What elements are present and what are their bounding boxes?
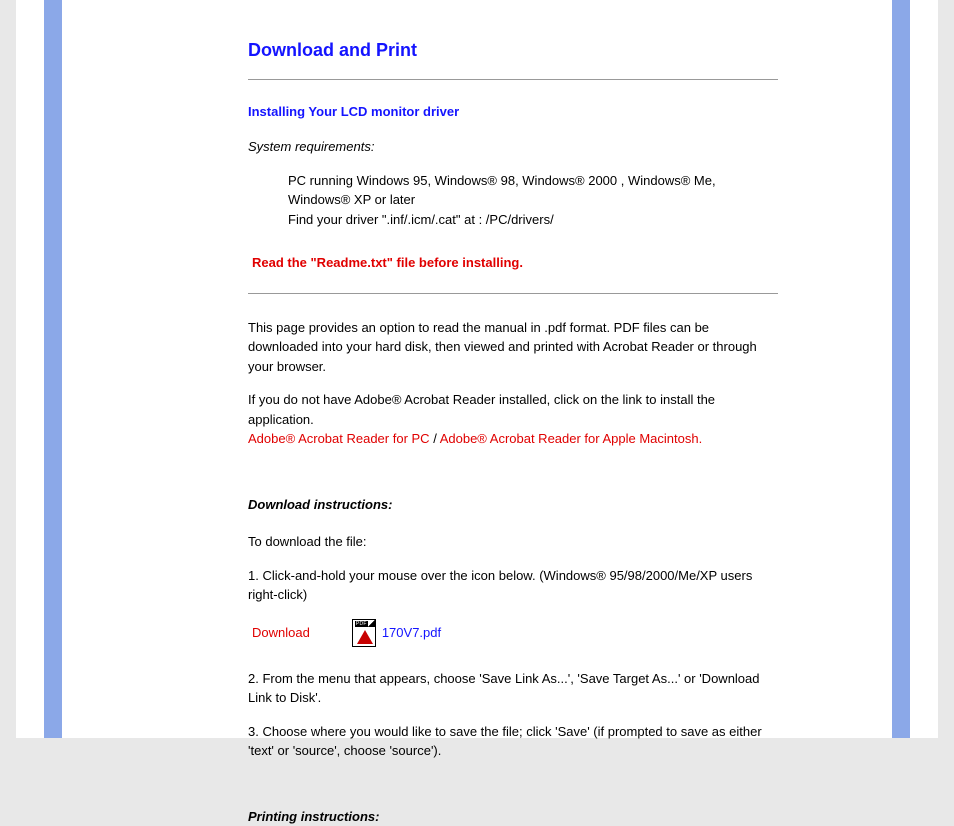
page-title: Download and Print xyxy=(248,40,778,61)
warning-text: Read the "Readme.txt" file before instal… xyxy=(252,253,778,273)
sysreq-label: System requirements: xyxy=(248,137,778,157)
divider xyxy=(248,79,778,80)
content-area: Download and Print Installing Your LCD m… xyxy=(62,0,892,738)
acrobat-mac-link[interactable]: Adobe® Acrobat Reader for Apple Macintos… xyxy=(440,431,703,446)
requirements-block: PC running Windows 95, Windows® 98, Wind… xyxy=(248,171,778,230)
intro-paragraph: This page provides an option to read the… xyxy=(248,318,778,377)
download-intro: To download the file: xyxy=(248,532,778,552)
download-step: 1. Click-and-hold your mouse over the ic… xyxy=(248,566,778,605)
divider xyxy=(248,293,778,294)
download-label: Download xyxy=(252,625,310,640)
download-heading: Download instructions: xyxy=(248,495,778,515)
req-line: PC running Windows 95, Windows® 98, Wind… xyxy=(288,171,778,210)
req-line: Find your driver ".inf/.icm/.cat" at : /… xyxy=(288,210,778,230)
pdf-filename-link[interactable]: 170V7.pdf xyxy=(382,625,441,640)
download-row: Download PDF 170V7.pdf xyxy=(252,619,778,647)
acrobat-pc-link[interactable]: Adobe® Acrobat Reader for PC xyxy=(248,431,430,446)
intro-text: If you do not have Adobe® Acrobat Reader… xyxy=(248,392,715,427)
pdf-icon[interactable]: PDF xyxy=(352,619,376,647)
intro-paragraph-links: If you do not have Adobe® Acrobat Reader… xyxy=(248,390,778,449)
left-accent-bar xyxy=(44,0,62,738)
section-heading-install: Installing Your LCD monitor driver xyxy=(248,104,778,119)
download-step: 2. From the menu that appears, choose 'S… xyxy=(248,669,778,708)
link-separator: / xyxy=(430,431,440,446)
download-step: 3. Choose where you would like to save t… xyxy=(248,722,778,761)
page-frame: Download and Print Installing Your LCD m… xyxy=(16,0,938,738)
printing-heading: Printing instructions: xyxy=(248,807,778,826)
right-accent-bar xyxy=(892,0,910,738)
